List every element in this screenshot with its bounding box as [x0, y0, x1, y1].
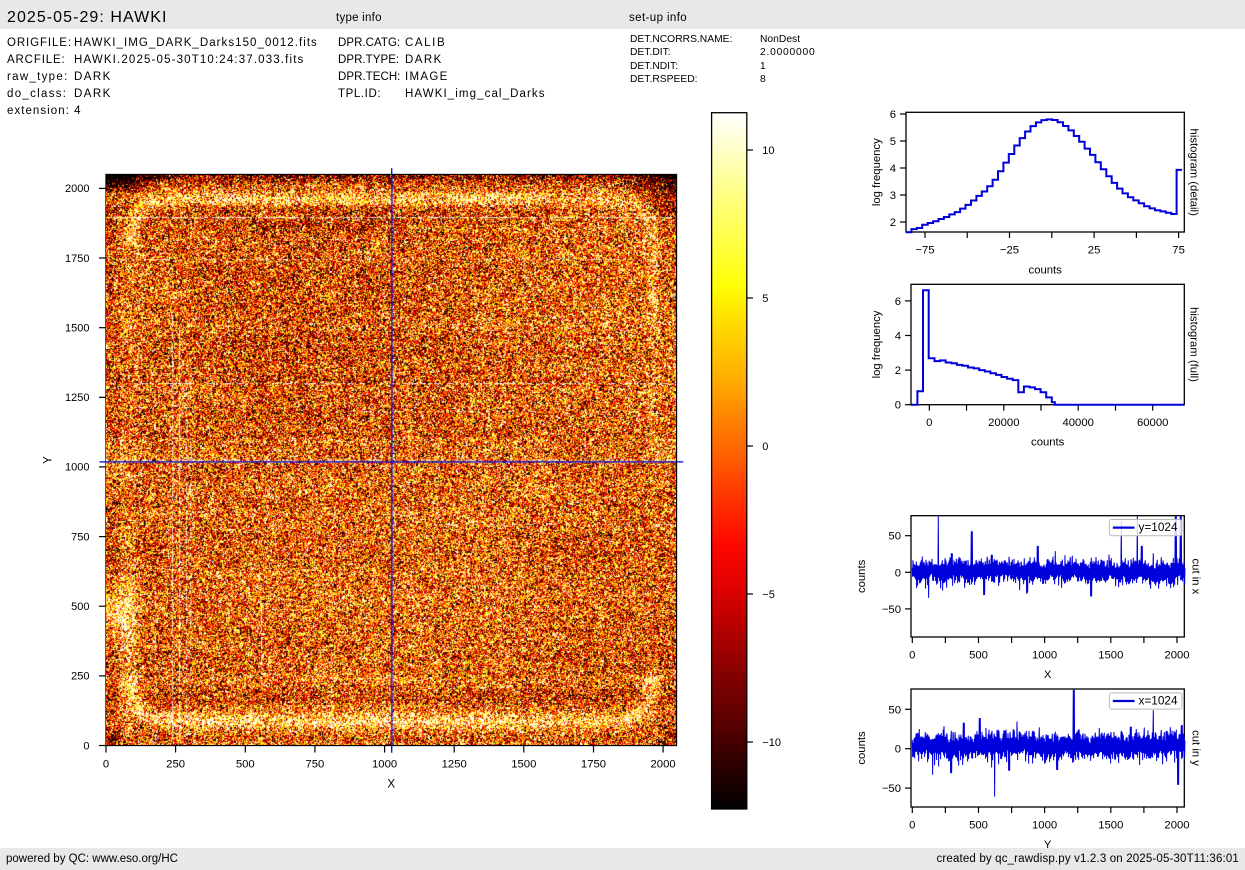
svg-text:1000: 1000 — [1032, 650, 1057, 662]
svg-text:0: 0 — [895, 567, 901, 579]
svg-text:75: 75 — [1172, 245, 1185, 257]
svg-text:0: 0 — [83, 740, 89, 752]
svg-text:cut in y: cut in y — [1190, 730, 1202, 766]
svg-text:Y: Y — [1044, 839, 1052, 851]
svg-text:1500: 1500 — [1098, 820, 1123, 832]
svg-text:10: 10 — [762, 145, 774, 157]
svg-text:0: 0 — [762, 441, 768, 453]
svg-text:250: 250 — [71, 671, 89, 683]
svg-text:−10: −10 — [762, 737, 781, 749]
svg-text:1750: 1750 — [65, 253, 89, 265]
svg-text:0: 0 — [103, 759, 109, 771]
svg-text:−5: −5 — [762, 589, 775, 601]
svg-text:X: X — [1044, 669, 1052, 681]
svg-text:log frequency: log frequency — [871, 138, 883, 206]
svg-text:0: 0 — [926, 417, 932, 429]
svg-text:1500: 1500 — [65, 323, 89, 335]
svg-text:3: 3 — [890, 190, 896, 202]
svg-text:750: 750 — [71, 531, 89, 543]
svg-text:6: 6 — [895, 296, 901, 308]
svg-text:1000: 1000 — [1032, 820, 1057, 832]
svg-text:2000: 2000 — [1164, 820, 1189, 832]
svg-text:5: 5 — [762, 293, 768, 305]
svg-text:2000: 2000 — [651, 759, 676, 771]
svg-text:0: 0 — [895, 400, 901, 412]
svg-text:1000: 1000 — [372, 759, 397, 771]
svg-text:6: 6 — [890, 109, 896, 121]
svg-text:−50: −50 — [882, 604, 901, 616]
svg-text:1250: 1250 — [65, 392, 89, 404]
svg-text:counts: counts — [856, 559, 868, 593]
svg-text:1750: 1750 — [581, 759, 606, 771]
svg-text:500: 500 — [969, 820, 988, 832]
svg-text:−50: −50 — [882, 783, 901, 795]
svg-text:500: 500 — [969, 650, 988, 662]
svg-text:x=1024: x=1024 — [1139, 694, 1178, 708]
svg-text:Y: Y — [43, 456, 55, 464]
svg-text:counts: counts — [856, 731, 868, 765]
svg-text:cut in x: cut in x — [1190, 559, 1202, 595]
svg-text:50: 50 — [888, 704, 901, 716]
svg-text:histogram (detail): histogram (detail) — [1188, 129, 1200, 217]
svg-text:−75: −75 — [915, 245, 934, 257]
svg-text:1250: 1250 — [442, 759, 467, 771]
svg-text:−25: −25 — [1000, 245, 1019, 257]
svg-text:0: 0 — [895, 744, 901, 756]
svg-text:X: X — [387, 779, 395, 791]
svg-text:25: 25 — [1088, 245, 1101, 257]
svg-text:1500: 1500 — [1098, 650, 1123, 662]
svg-text:2: 2 — [895, 365, 901, 377]
svg-text:250: 250 — [166, 759, 185, 771]
svg-text:log frequency: log frequency — [871, 310, 883, 378]
svg-text:histogram (full): histogram (full) — [1188, 307, 1200, 382]
svg-text:0: 0 — [909, 820, 915, 832]
svg-text:5: 5 — [890, 136, 896, 148]
svg-text:4: 4 — [890, 163, 896, 175]
svg-text:20000: 20000 — [988, 417, 1019, 429]
svg-text:500: 500 — [71, 601, 89, 613]
svg-text:0: 0 — [909, 650, 915, 662]
svg-text:2: 2 — [890, 217, 896, 229]
svg-text:2000: 2000 — [1164, 650, 1189, 662]
svg-text:counts: counts — [1029, 265, 1063, 277]
svg-text:2000: 2000 — [65, 183, 89, 195]
svg-text:50: 50 — [888, 531, 901, 543]
svg-text:y=1024: y=1024 — [1139, 520, 1178, 534]
svg-text:4: 4 — [895, 331, 901, 343]
svg-text:1000: 1000 — [65, 462, 89, 474]
svg-text:750: 750 — [305, 759, 324, 771]
svg-text:1500: 1500 — [511, 759, 536, 771]
svg-text:40000: 40000 — [1062, 417, 1093, 429]
svg-text:60000: 60000 — [1137, 417, 1168, 429]
svg-text:counts: counts — [1031, 437, 1065, 449]
svg-text:500: 500 — [236, 759, 255, 771]
